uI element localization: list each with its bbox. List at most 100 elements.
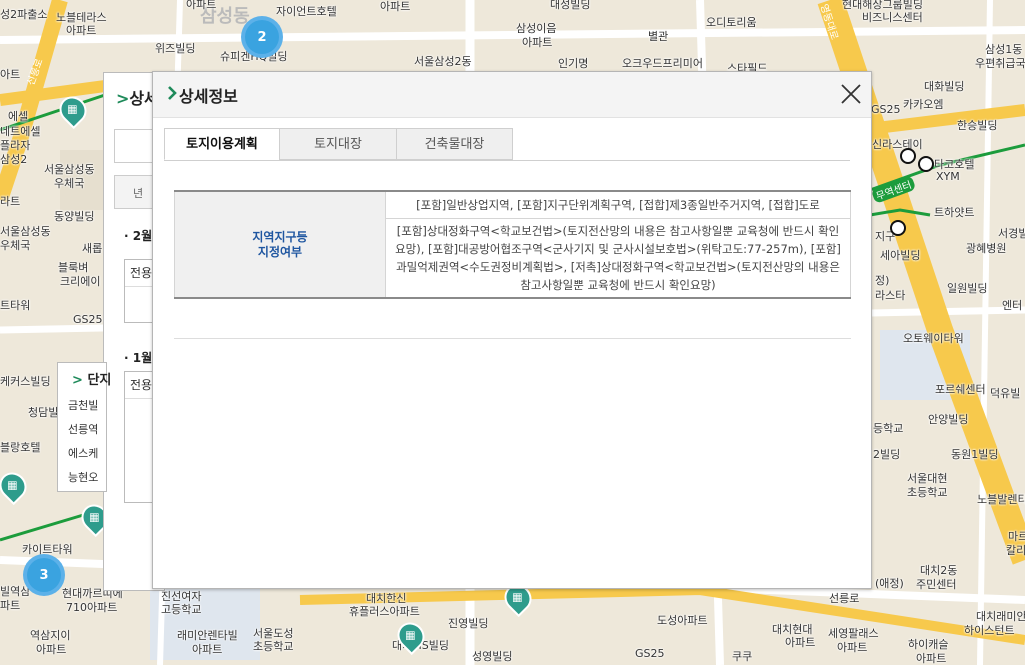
map-label: 아파트 [785, 636, 816, 649]
complex-list-item[interactable]: 능현오 [68, 469, 98, 485]
map-label: 초등학교 [907, 486, 948, 499]
chevron-right-icon: > [116, 89, 130, 108]
chevron-right-icon: > [72, 373, 83, 388]
map-label: 라스타 [875, 289, 906, 302]
map-label: 초등학교 [253, 640, 294, 653]
map-label: 블랑호텔 [0, 441, 41, 454]
map-label: 광혜병원 [966, 242, 1007, 255]
map-label: 트타워 [0, 299, 31, 312]
subway-station-icon[interactable] [918, 156, 934, 172]
complex-list-item[interactable]: 금천빌 [68, 397, 98, 413]
map-label: 오토웨이타워 [903, 332, 964, 345]
map-label: 트하얏트 [934, 206, 975, 219]
map-label: 오크우드프리미어 [622, 57, 703, 70]
map-label: 인기명 [558, 57, 589, 70]
map-label: 덕유빌 [990, 387, 1021, 400]
dialog-header: 상세정보 [153, 72, 871, 118]
map-label: 우편취급국 [975, 57, 1025, 70]
map-label: 하이스턴트 [964, 624, 1015, 637]
zone-row-included: [포함]일반상업지역, [포함]지구단위계획구역, [접합]제3종일반주거지역,… [385, 190, 851, 219]
map-label: 새롭 [82, 242, 103, 255]
complex-list-item[interactable]: 선릉역 [68, 421, 98, 437]
map-label: 별관 [648, 30, 669, 43]
map-label: 2빌딩 [873, 448, 901, 461]
map-label: 성영빌딩 [472, 650, 513, 663]
map-label: 삼성2 [0, 153, 28, 166]
zone-designation-header-text: 지역지구등 지정여부 [252, 229, 308, 259]
cluster-marker[interactable]: 3 [23, 554, 65, 596]
map-label: 아파트 [916, 652, 947, 665]
map-label: 안양빌딩 [928, 413, 969, 426]
land-use-table: 지역지구등 지정여부 [포함]일반상업지역, [포함]지구단위계획구역, [접합… [174, 190, 851, 299]
map-label: GS25 [635, 647, 665, 660]
map-label: 대성빌딩 [550, 0, 591, 11]
map-label: 서울삼성2동 [414, 55, 472, 68]
map-label: 일원빌딩 [947, 282, 988, 295]
close-icon[interactable] [839, 82, 863, 106]
map-label: 도성아파트 [657, 614, 708, 627]
map-label: 우체국 [54, 177, 85, 190]
map-label: 오디토리움 [706, 16, 757, 29]
map-label: (애정) [875, 577, 904, 590]
map-label: 라트 [0, 195, 21, 208]
tab-building-register[interactable]: 건축물대장 [396, 128, 513, 160]
map-label: 세아빌딩 [880, 249, 921, 262]
map-label: 아파트 [380, 0, 411, 13]
subway-station-icon[interactable] [900, 148, 916, 164]
map-label: 신라스테이 [872, 138, 923, 151]
map-label: 등학교 [873, 422, 904, 435]
map-label: 선릉로 [829, 592, 860, 605]
map-label: 자이언트호텔 [276, 5, 337, 18]
back-section-title: · 1월 [124, 351, 153, 365]
detail-info-dialog: 상세정보 토지이용계획 토지대장 건축물대장 지역지구등 지정여부 [포함]일반… [152, 71, 872, 589]
map-label: 대화빌딩 [924, 80, 965, 93]
map-label: 파트 [0, 599, 21, 612]
map-label: 아파트 [837, 641, 868, 654]
map-label: GS25 [73, 313, 103, 326]
tab-land-use-plan[interactable]: 토지이용계획 [164, 128, 280, 160]
map-label: 쿠쿠 [732, 650, 753, 663]
map-label: 710아파트 [66, 601, 118, 614]
map-label: 휴플러스아파트 [349, 605, 420, 618]
chevron-right-icon [168, 86, 177, 100]
map-label: GS25 [871, 103, 901, 116]
zone-designation-header: 지역지구등 지정여부 [174, 190, 386, 299]
map-label: 위즈빌딩 [155, 42, 196, 55]
back-section-title: · 2월 [124, 229, 153, 243]
back-search-label: 년 [133, 187, 144, 200]
map-label: 네트에셀 [0, 125, 41, 138]
complex-popup-title: > 단지 [72, 373, 112, 388]
map-label: 한승빌딩 [957, 119, 998, 132]
cluster-marker[interactable]: 2 [241, 16, 283, 58]
map-label: 주민센터 [916, 578, 957, 591]
map-label: 아파트 [66, 24, 97, 37]
map-label: 포르쉐센터 [935, 383, 986, 396]
map-label: XYM [936, 170, 960, 183]
map-label: 노블발렌티 [977, 493, 1025, 506]
map-label: 아파트 [522, 36, 553, 49]
map-label: 카카오엠 [903, 98, 944, 111]
subway-station-icon[interactable] [890, 220, 906, 236]
zone-row-restricted: [포함]상대정화구역<학교보건법>(토지전산망의 내용은 참고사항일뿐 교육청에… [385, 218, 851, 299]
map-label: 동양빌딩 [54, 210, 95, 223]
map-label: 아파트 [186, 0, 217, 11]
map-label: 정) [875, 274, 890, 287]
map-label: 케커스빌딩 [0, 375, 51, 388]
tab-land-register[interactable]: 토지대장 [279, 128, 397, 160]
dialog-title: 상세정보 [179, 87, 238, 106]
map-label: 진영빌딩 [448, 617, 489, 630]
map-label: 동원1빌딩 [951, 448, 999, 461]
complex-list-popup: > 단지 금천빌 선릉역 에스케 능현오 [57, 362, 111, 492]
map-label: 엔터 [1002, 299, 1023, 312]
map-label: 우체국 [0, 239, 31, 252]
map-label: 서경빌 [998, 227, 1025, 240]
complex-list-item[interactable]: 에스케 [68, 445, 98, 461]
map-label: 고등학교 [161, 603, 202, 616]
map-label: 칼리 [1006, 544, 1025, 557]
map-label: 크리에이 [60, 275, 101, 288]
map-label: 아파트 [192, 643, 223, 656]
map-label: 청담빌 [28, 406, 59, 419]
map-label: 비즈니스센터 [862, 11, 923, 24]
map-label: 성2파출소 [0, 8, 48, 21]
map-label: 아파트 [36, 643, 67, 656]
